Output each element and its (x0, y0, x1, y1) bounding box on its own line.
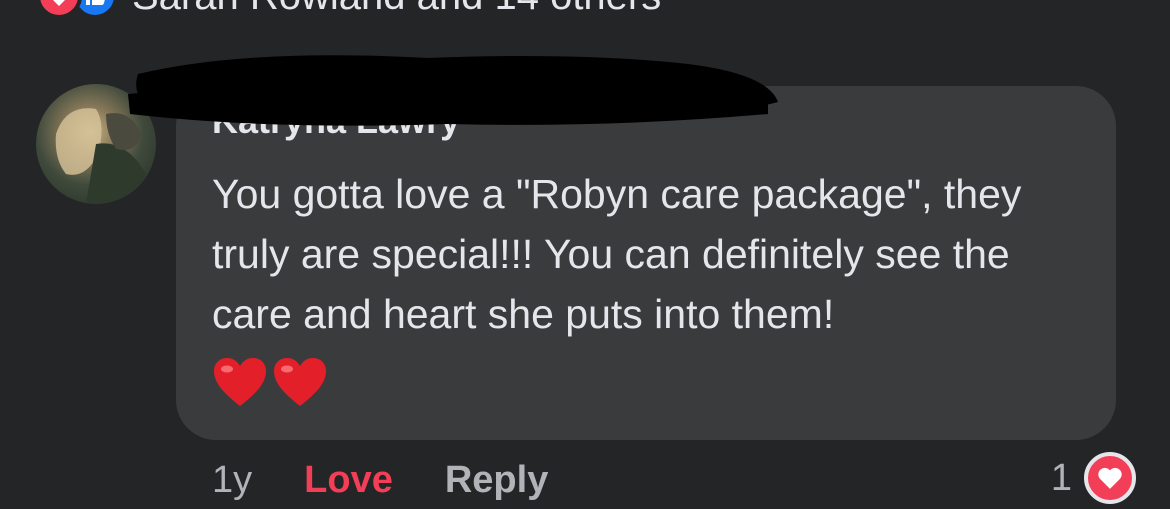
love-reaction-icon (36, 0, 82, 19)
comment-timestamp[interactable]: 1y (212, 459, 252, 502)
reactions-summary-text[interactable]: Sarah Rowland and 14 others (132, 0, 661, 19)
love-button[interactable]: Love (304, 459, 393, 502)
reaction-count-number: 1 (1050, 456, 1072, 499)
comment-text: You gotta love a "Robyn care package", t… (212, 171, 1022, 337)
love-icon (1084, 452, 1136, 504)
comment-emoji-row (212, 356, 328, 408)
red-heart-icon (274, 358, 326, 406)
comment-actions: 1y Love Reply (212, 456, 548, 504)
reply-button[interactable]: Reply (445, 459, 548, 502)
redaction-scribble (128, 55, 778, 126)
comment-reaction-count[interactable]: 1 (1051, 452, 1136, 504)
red-heart-icon (214, 358, 266, 406)
reactions-summary[interactable]: Sarah Rowland and 14 others (36, 0, 661, 19)
